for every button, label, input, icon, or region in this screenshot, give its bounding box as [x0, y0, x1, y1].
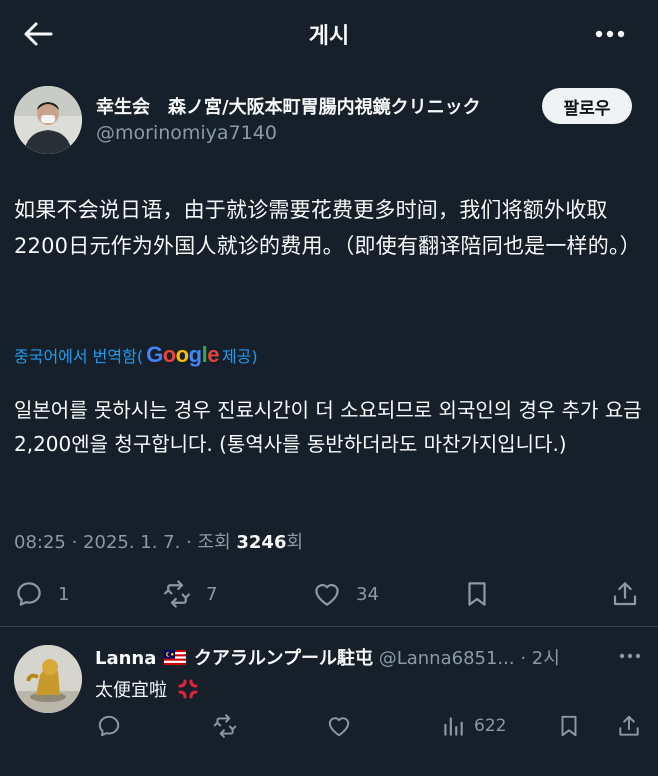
bookmark-icon: [561, 715, 577, 737]
share-button[interactable]: [610, 574, 640, 614]
translated-text: 일본어를 못하시는 경우 진료시간이 더 소요되므로 외국인의 경우 추가 요금…: [14, 398, 642, 456]
reply-time: · 2시: [520, 648, 560, 669]
reply-like-button[interactable]: [326, 708, 352, 744]
tweet-time[interactable]: 08:25 · 2025. 1. 7. · 조회: [14, 532, 236, 553]
top-bar: 게시: [0, 0, 658, 68]
tweet-actions: 1 7 34: [0, 574, 658, 614]
reply-share-button[interactable]: [616, 708, 642, 744]
author-handle[interactable]: @morinomiya7140: [96, 122, 277, 144]
retweet-icon: [213, 714, 237, 738]
reply-view-count: 622: [474, 716, 507, 736]
reply-author-handle: @Lanna6851...: [378, 648, 515, 669]
heart-icon: [315, 583, 339, 606]
bar-chart-icon: [444, 717, 463, 736]
more-horizontal-icon[interactable]: [588, 16, 632, 52]
reply-author-location: クアラルンプール駐屯: [193, 648, 373, 669]
like-count: 34: [356, 583, 379, 605]
like-button[interactable]: 34: [312, 574, 379, 614]
anger-symbol-icon: [178, 679, 198, 699]
reply-icon: [98, 715, 120, 737]
tweet-meta: 08:25 · 2025. 1. 7. · 조회 3246회: [14, 528, 303, 554]
translated-by-link[interactable]: 중국어에서 번역함( Google 제공): [14, 342, 258, 368]
views-suffix: 회: [286, 532, 304, 553]
author-name[interactable]: 幸生会 森ノ宮/大阪本町胃腸内視鏡クリニック: [96, 93, 481, 119]
reply-bookmark-button[interactable]: [556, 708, 582, 744]
translated-by-suffix: 제공): [221, 347, 258, 366]
share-icon: [613, 582, 637, 606]
reply-text-body: 太便宜啦: [95, 680, 167, 701]
retweet-count: 7: [206, 583, 218, 605]
reply-text: 太便宜啦: [95, 676, 199, 702]
author-avatar[interactable]: [14, 86, 82, 154]
reply-avatar[interactable]: [14, 645, 82, 713]
reply-views-button[interactable]: 622: [440, 708, 506, 744]
bookmark-button[interactable]: [462, 574, 492, 614]
malaysia-flag-icon: [164, 650, 187, 665]
reply-count: 1: [58, 583, 70, 605]
divider: [0, 626, 658, 627]
reply-button[interactable]: 1: [14, 574, 69, 614]
google-logo: Google: [146, 342, 219, 367]
reply-author-name: Lanna: [95, 648, 157, 669]
tweet-text: 如果不会说日语，由于就诊需要花费更多时间，我们将额外收取2200日元作为外国人就…: [14, 198, 641, 258]
share-icon: [619, 715, 639, 736]
reply-reply-button[interactable]: [96, 708, 122, 744]
reply-actions: 622: [0, 708, 658, 744]
page-title: 게시: [308, 24, 350, 49]
translated-by-prefix: 중국어에서 번역함(: [14, 347, 144, 366]
reply-more-icon[interactable]: [616, 644, 644, 668]
retweet-icon: [164, 580, 190, 608]
view-count: 3246: [236, 532, 287, 553]
reply-author[interactable]: Lanna クアラルンプール駐屯 @Lanna6851... · 2시: [95, 644, 605, 670]
bookmark-icon: [468, 582, 486, 606]
reply-icon: [17, 582, 41, 606]
heart-icon: [328, 717, 350, 737]
retweet-button[interactable]: 7: [162, 574, 217, 614]
reply-retweet-button[interactable]: [212, 708, 238, 744]
follow-button[interactable]: 팔로우: [542, 88, 632, 124]
